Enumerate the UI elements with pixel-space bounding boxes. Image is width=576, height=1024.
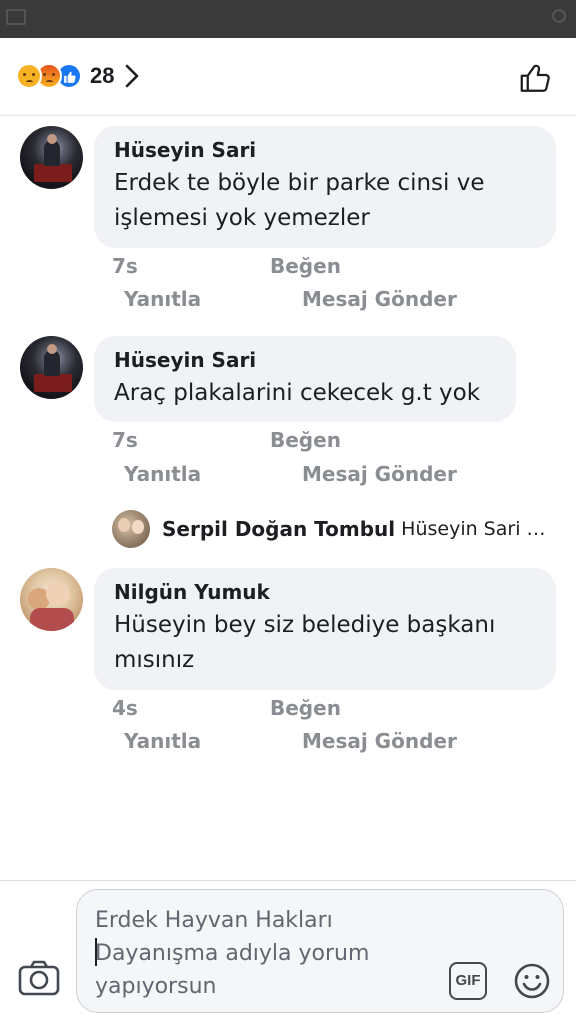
comment-author[interactable]: Hüseyin Sari bbox=[114, 348, 496, 372]
sad-reaction-icon bbox=[16, 63, 42, 89]
status-icons bbox=[552, 9, 566, 23]
camera-icon[interactable] bbox=[18, 959, 60, 997]
comment-input[interactable]: Erdek Hayvan Hakları Dayanışma adıyla yo… bbox=[76, 889, 564, 1013]
avatar bbox=[112, 510, 150, 548]
emoji-icon[interactable] bbox=[513, 962, 551, 1000]
comment-bubble[interactable]: Hüseyin Sari Erdek te böyle bir parke ci… bbox=[94, 126, 556, 248]
reply-button[interactable]: Yanıtla bbox=[124, 729, 201, 753]
like-button[interactable]: Beğen bbox=[270, 696, 341, 720]
avatar[interactable] bbox=[20, 126, 83, 189]
avatar[interactable] bbox=[20, 336, 83, 399]
comment-placeholder: Erdek Hayvan Hakları Dayanışma adıyla yo… bbox=[95, 908, 370, 999]
reply-text: Hüseyin Sari N... bbox=[401, 518, 552, 540]
gif-button[interactable]: GIF bbox=[449, 962, 487, 1000]
comment-time: 4s bbox=[112, 696, 138, 720]
send-message-button[interactable]: Mesaj Gönder bbox=[302, 462, 457, 486]
status-bar bbox=[0, 0, 576, 38]
reply-preview[interactable]: Serpil Doğan Tombul Hüseyin Sari N... bbox=[112, 510, 552, 548]
comment-bubble[interactable]: Hüseyin Sari Araç plakalarini cekecek g.… bbox=[94, 336, 516, 422]
comment-author[interactable]: Hüseyin Sari bbox=[114, 138, 536, 162]
reply-author: Serpil Doğan Tombul bbox=[162, 517, 396, 541]
reply-button[interactable]: Yanıtla bbox=[124, 462, 201, 486]
like-button[interactable]: Beğen bbox=[270, 254, 341, 278]
comment-text: Hüseyin bey siz belediye başkanı mısınız bbox=[114, 612, 496, 673]
comments-sheet: 28 Hüseyin Sari Erdek te böyle bir parke… bbox=[0, 38, 576, 1024]
reactions-summary[interactable]: 28 bbox=[16, 63, 140, 89]
text-caret bbox=[95, 938, 97, 966]
comment-time: 7s bbox=[112, 428, 138, 452]
reply-button[interactable]: Yanıtla bbox=[124, 287, 201, 311]
reactions-header: 28 bbox=[0, 38, 576, 116]
send-message-button[interactable]: Mesaj Gönder bbox=[302, 287, 457, 311]
reactions-count: 28 bbox=[90, 63, 115, 88]
comment-time: 7s bbox=[112, 254, 138, 278]
comment-text: Araç plakalarini cekecek g.t yok bbox=[114, 380, 481, 406]
comment-bubble[interactable]: Nilgün Yumuk Hüseyin bey siz belediye ba… bbox=[94, 568, 556, 690]
alarm-icon bbox=[552, 9, 566, 23]
avatar[interactable] bbox=[20, 568, 83, 631]
comment-author[interactable]: Nilgün Yumuk bbox=[114, 580, 536, 604]
like-icon[interactable] bbox=[518, 60, 554, 96]
comment-composer: Erdek Hayvan Hakları Dayanışma adıyla yo… bbox=[0, 880, 576, 1024]
screenshot-icon bbox=[6, 9, 26, 25]
comment-text: Erdek te böyle bir parke cinsi ve işleme… bbox=[114, 170, 485, 231]
like-button[interactable]: Beğen bbox=[270, 428, 341, 452]
chevron-right-icon bbox=[126, 64, 139, 88]
send-message-button[interactable]: Mesaj Gönder bbox=[302, 729, 457, 753]
